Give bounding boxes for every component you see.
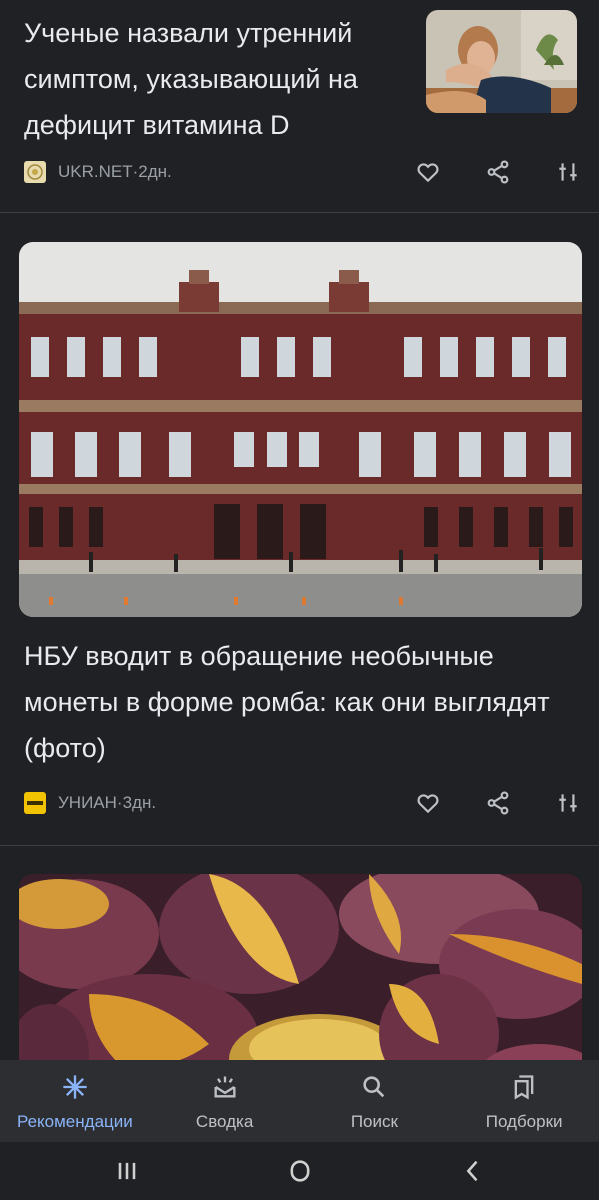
nav-label: Поиск — [350, 1112, 398, 1131]
unian-logo-icon — [24, 792, 46, 814]
system-navigation-bar — [0, 1142, 599, 1200]
tune-icon[interactable] — [552, 787, 584, 819]
article-age: 2дн. — [138, 162, 172, 181]
search-icon — [359, 1072, 389, 1102]
nav-label: Подборки — [485, 1112, 563, 1131]
nav-label: Рекомендации — [16, 1112, 133, 1131]
ukrnet-logo-icon — [24, 161, 46, 183]
bottom-navigation: Рекомендации Сводка Поиск Подборки — [0, 1060, 599, 1142]
article-thumbnail[interactable] — [426, 10, 577, 113]
back-icon[interactable] — [443, 1151, 503, 1191]
share-icon[interactable] — [482, 156, 514, 188]
article-title[interactable]: Ученые назвали утренний симптом, указыва… — [24, 10, 404, 148]
sparkle-icon — [60, 1072, 90, 1102]
news-card-1[interactable]: Ученые назвали утренний симптом, указыва… — [0, 0, 599, 212]
nav-label: Сводка — [195, 1112, 254, 1131]
tune-icon[interactable] — [552, 156, 584, 188]
source-name: UKR.NET — [58, 162, 133, 181]
source-name: УНИАН — [58, 793, 117, 812]
recents-icon[interactable] — [97, 1151, 157, 1191]
collections-icon — [509, 1072, 539, 1102]
article-title[interactable]: НБУ вводит в обращение необычные монеты … — [24, 633, 584, 771]
nav-updates[interactable]: Сводка — [150, 1060, 300, 1142]
heart-icon[interactable] — [412, 787, 444, 819]
updates-icon — [210, 1072, 240, 1102]
nav-search[interactable]: Поиск — [300, 1060, 450, 1142]
nav-recommendations[interactable]: Рекомендации — [0, 1060, 150, 1142]
home-icon[interactable] — [270, 1151, 330, 1191]
article-age: 3дн. — [122, 793, 157, 812]
news-card-3[interactable] — [0, 846, 599, 1094]
heart-icon[interactable] — [412, 156, 444, 188]
article-meta: UKR.NET · 2дн. — [24, 156, 584, 188]
news-card-2[interactable]: НБУ вводит в обращение необычные монеты … — [0, 213, 599, 845]
article-image[interactable] — [19, 242, 582, 617]
nav-collections[interactable]: Подборки — [449, 1060, 599, 1142]
article-meta: УНИАН · 3дн. — [24, 787, 584, 819]
share-icon[interactable] — [482, 787, 514, 819]
